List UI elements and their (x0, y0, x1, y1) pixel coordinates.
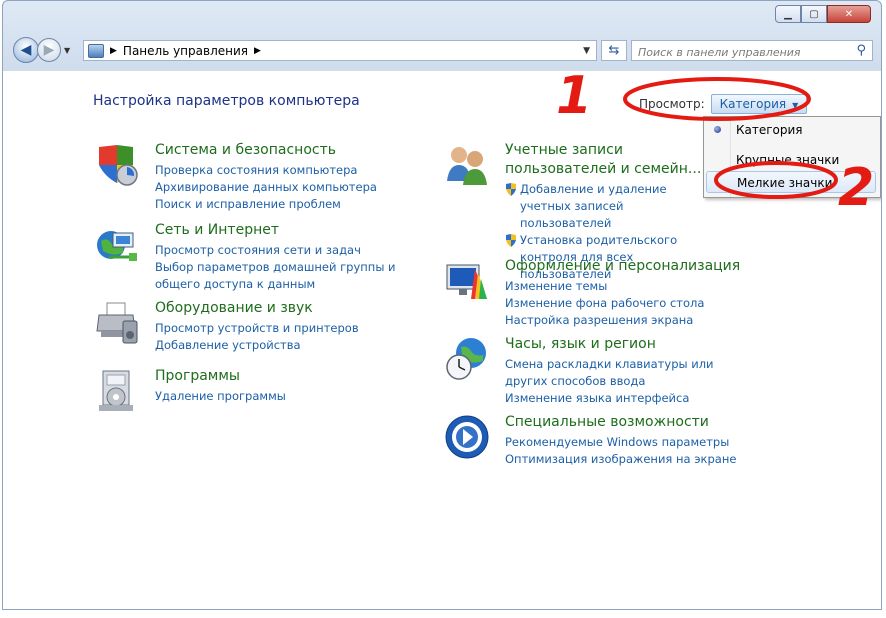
maximize-button[interactable]: ▢ (801, 5, 827, 23)
breadcrumb-arrow-icon[interactable]: ▶ (110, 46, 117, 56)
category-title[interactable]: Специальные возможности (505, 413, 736, 432)
personalization-icon (445, 259, 489, 303)
refresh-button[interactable]: ⇆ (601, 40, 627, 61)
refresh-icon: ⇆ (608, 43, 620, 58)
category-link[interactable]: Архивирование данных компьютера (155, 179, 377, 196)
menu-item-label: Крупные значки (736, 153, 840, 167)
menu-item-category[interactable]: Категория (706, 119, 876, 141)
category-link[interactable]: Просмотр состояния сети и задач (155, 242, 427, 259)
uac-shield-icon (506, 183, 516, 196)
annotation-number-one: 1 (556, 66, 593, 126)
category-title[interactable]: Оформление и персонализация (505, 257, 740, 276)
category-link[interactable]: Рекомендуемые Windows параметры (505, 434, 736, 451)
category-link[interactable]: Просмотр устройств и принтеров (155, 320, 359, 337)
view-by-control: Просмотр: Категория ▼ (639, 94, 808, 114)
users-icon (445, 143, 489, 187)
category-title[interactable]: Система и безопасность (155, 141, 377, 160)
recent-pages-chevron-icon[interactable]: ▼ (64, 46, 70, 55)
address-bar[interactable]: ▶ Панель управления ▶ ▼ (83, 40, 597, 61)
view-by-dropdown[interactable]: Категория ▼ (710, 94, 808, 114)
caption-buttons: ▁ ▢ ✕ (775, 5, 871, 23)
address-dropdown-chevron-icon[interactable]: ▼ (583, 46, 590, 56)
radio-selected-icon (714, 126, 721, 133)
page-title: Настройка параметров компьютера (93, 93, 360, 109)
accessibility-icon (445, 415, 489, 459)
category-link[interactable]: Добавление и удаление учетных записей по… (505, 181, 705, 232)
search-box[interactable]: ⚲ (631, 40, 873, 61)
shield-icon (95, 143, 139, 187)
category-hardware-sound: Оборудование и звук Просмотр устройств и… (95, 299, 359, 354)
category-link[interactable]: Поиск и исправление проблем (155, 196, 377, 213)
dropdown-triangle-icon: ▼ (792, 101, 799, 110)
category-title[interactable]: Сеть и Интернет (155, 221, 427, 240)
menu-item-label: Мелкие значки (737, 176, 833, 190)
category-network-internet: Сеть и Интернет Просмотр состояния сети … (95, 221, 427, 293)
category-link[interactable]: Удаление программы (155, 388, 286, 405)
category-link[interactable]: Оптимизация изображения на экране (505, 451, 736, 468)
category-link-text: Добавление и удаление учетных записей по… (520, 182, 667, 230)
view-by-label: Просмотр: (639, 97, 705, 111)
breadcrumb-control-panel[interactable]: Панель управления (123, 44, 248, 58)
minimize-button[interactable]: ▁ (775, 5, 801, 23)
category-link[interactable]: Настройка разрешения экрана (505, 312, 740, 329)
category-title[interactable]: Оборудование и звук (155, 299, 359, 318)
view-by-value: Категория (719, 97, 787, 111)
category-system-security: Система и безопасность Проверка состояни… (95, 141, 377, 213)
category-link[interactable]: Изменение фона рабочего стола (505, 295, 740, 312)
category-link[interactable]: Изменение языка интерфейса (505, 390, 745, 407)
annotation-number-two: 2 (838, 158, 875, 218)
uac-shield-icon (506, 234, 516, 247)
category-title[interactable]: Программы (155, 367, 286, 386)
category-link[interactable]: Изменение темы (505, 278, 740, 295)
search-input[interactable] (638, 44, 848, 61)
menu-item-label: Категория (736, 123, 803, 137)
control-panel-icon (88, 43, 104, 58)
category-link[interactable]: Выбор параметров домашней группы и общег… (155, 259, 427, 293)
category-title[interactable]: Учетные записи пользователей и семейн... (505, 141, 705, 179)
breadcrumb-arrow-icon[interactable]: ▶ (254, 46, 261, 56)
control-panel-window: ▁ ▢ ✕ ◀ ▶ ▼ ▶ Панель управления ▶ ▼ ⇆ ⚲ … (2, 0, 882, 610)
category-clock-language-region: Часы, язык и регион Смена раскладки клав… (445, 335, 745, 407)
forward-arrow-icon[interactable]: ▶ (37, 38, 61, 62)
main-content: Настройка параметров компьютера Просмотр… (3, 71, 881, 609)
category-title[interactable]: Часы, язык и регион (505, 335, 745, 354)
back-arrow-icon[interactable]: ◀ (13, 37, 39, 63)
category-link[interactable]: Смена раскладки клавиатуры или других сп… (505, 356, 745, 390)
category-personalization: Оформление и персонализация Изменение те… (445, 257, 740, 329)
close-button[interactable]: ✕ (827, 5, 871, 23)
printer-icon (95, 301, 139, 345)
programs-icon (95, 369, 139, 413)
clock-globe-icon (445, 337, 489, 381)
category-ease-of-access: Специальные возможности Рекомендуемые Wi… (445, 413, 736, 468)
network-globe-icon (95, 223, 139, 267)
search-icon[interactable]: ⚲ (856, 43, 866, 58)
category-link[interactable]: Проверка состояния компьютера (155, 162, 377, 179)
category-programs: Программы Удаление программы (95, 367, 286, 413)
navigation-buttons: ◀ ▶ ▼ (13, 37, 70, 63)
category-link[interactable]: Добавление устройства (155, 337, 359, 354)
